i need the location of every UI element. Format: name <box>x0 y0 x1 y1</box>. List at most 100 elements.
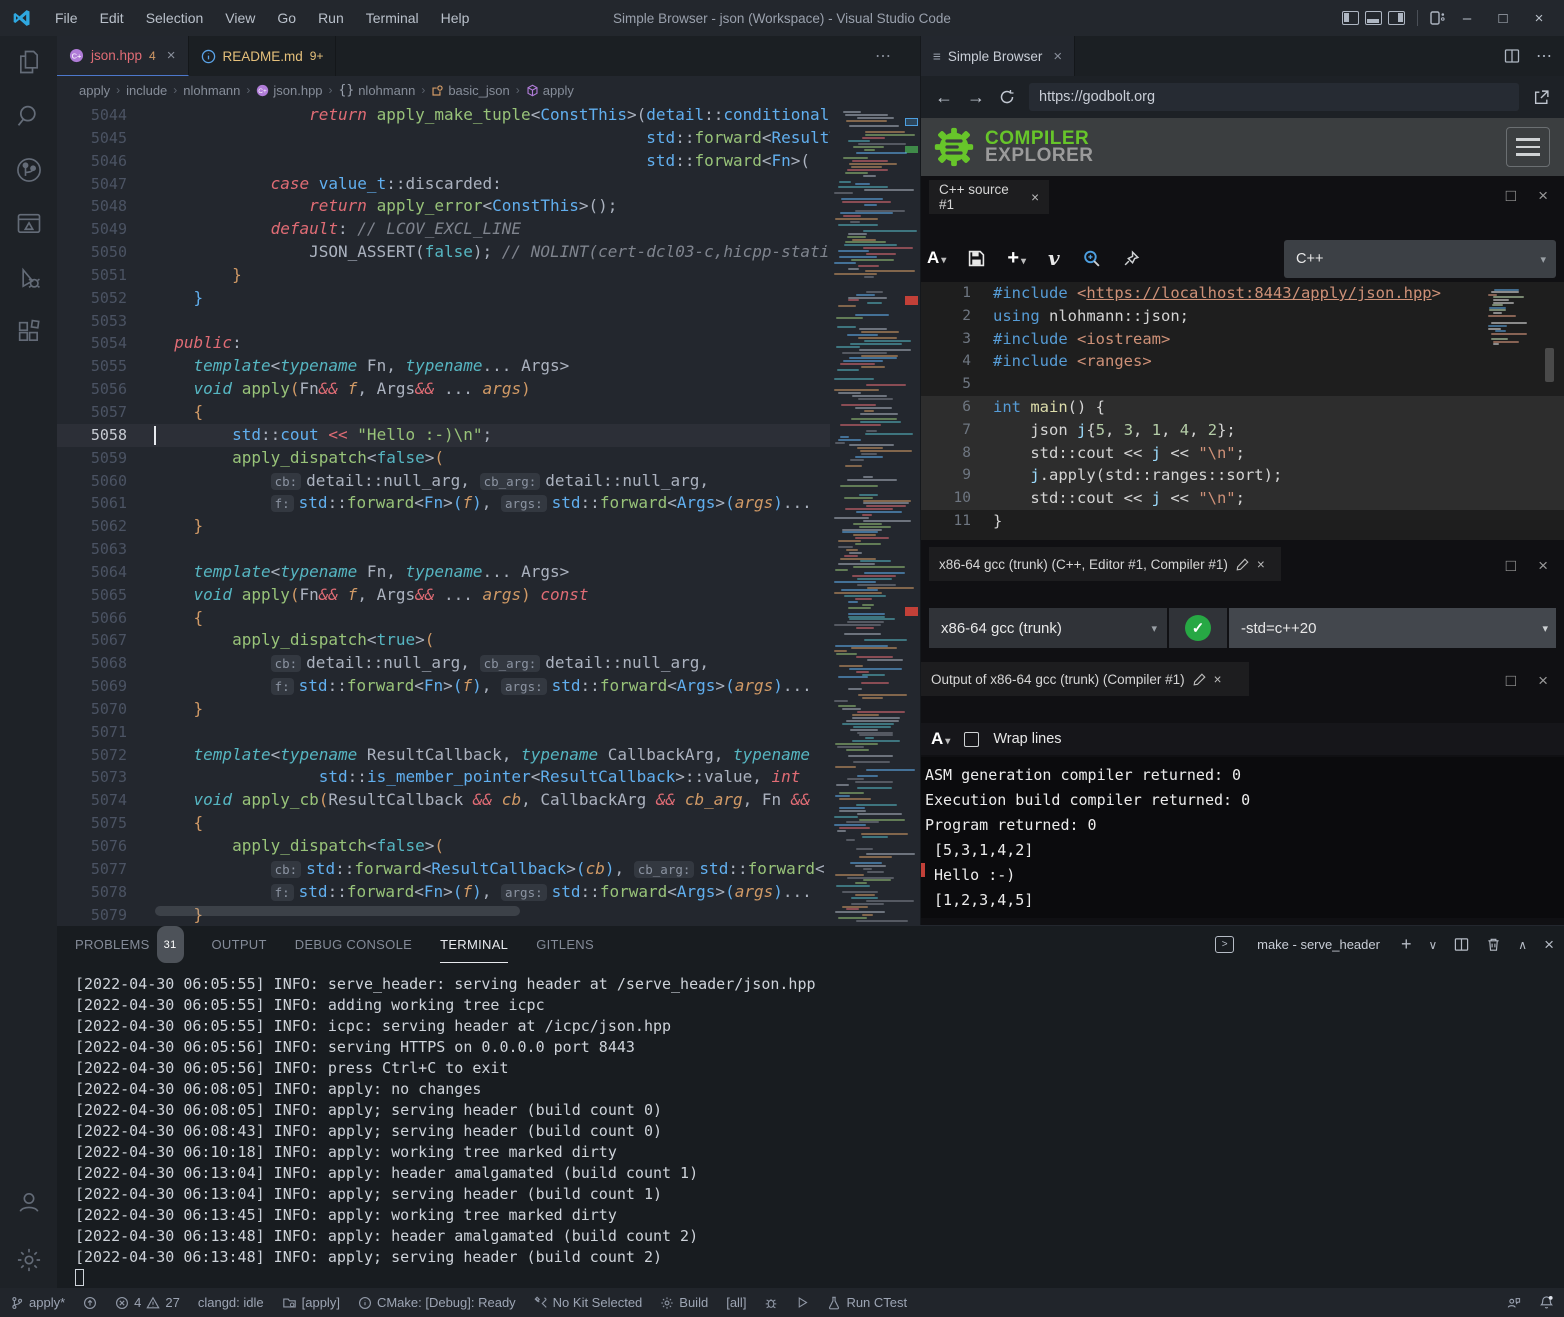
code-line[interactable]: 5067 apply_dispatch<true>( <box>57 629 920 652</box>
code-line[interactable]: 5051 } <box>57 264 920 287</box>
tab-gitlens[interactable]: GITLENS <box>536 926 594 963</box>
compiler-options-input[interactable]: -std=c++20 ▾ <box>1229 608 1556 648</box>
vim-mode-icon[interactable]: v <box>1048 246 1060 270</box>
toggle-secondary-sidebar-icon[interactable] <box>1388 11 1405 25</box>
source-pane-tab[interactable]: C++ source #1 × <box>929 180 1049 214</box>
split-terminal-icon[interactable] <box>1454 937 1469 952</box>
hamburger-menu-icon[interactable] <box>1506 127 1550 167</box>
cmake-status[interactable]: CMake: [Debug]: Ready <box>358 1295 516 1310</box>
reload-icon[interactable] <box>999 89 1015 105</box>
code-line[interactable]: 5072 template<typename ResultCallback, t… <box>57 744 920 767</box>
tab-problems[interactable]: PROBLEMS31 <box>75 926 184 963</box>
branch-indicator[interactable]: apply* <box>10 1295 65 1310</box>
code-editor[interactable]: 5044 return apply_make_tuple<ConstThis>(… <box>57 104 920 925</box>
tab-terminal[interactable]: TERMINAL <box>440 926 508 963</box>
breadcrumb-item[interactable]: nlohmann <box>183 83 240 98</box>
debug-button[interactable] <box>764 1296 778 1310</box>
compiler-pane-tab[interactable]: x86-64 gcc (trunk) (C++, Editor #1, Comp… <box>929 547 1281 581</box>
source-scrollbar[interactable] <box>1545 348 1554 382</box>
customize-layout-icon[interactable] <box>1430 10 1446 26</box>
code-line[interactable]: 5047 case value_t::discarded: <box>57 173 920 196</box>
maximize-button[interactable]: □ <box>1488 10 1518 27</box>
code-line[interactable]: 5044 return apply_make_tuple<ConstThis>(… <box>57 104 920 127</box>
close-tab-icon[interactable]: × <box>167 47 176 64</box>
breadcrumb-item[interactable]: C+json.hpp <box>256 83 322 98</box>
code-line[interactable]: 5063 <box>57 538 920 561</box>
feedback-icon[interactable] <box>1506 1296 1521 1310</box>
source-line[interactable]: 8 std::cout << j << "\n"; <box>921 442 1564 465</box>
open-external-icon[interactable] <box>1533 89 1550 106</box>
back-icon[interactable]: ← <box>935 87 953 108</box>
code-line[interactable]: 5078 f:std::forward<Fn>(f), args:std::fo… <box>57 881 920 904</box>
tab-debug-console[interactable]: DEBUG CONSOLE <box>295 926 412 963</box>
language-select[interactable]: C++ ▾ <box>1284 240 1556 278</box>
code-line[interactable]: 5060 cb:detail::null_arg, cb_arg:detail:… <box>57 470 920 493</box>
code-line[interactable]: 5054 public: <box>57 332 920 355</box>
code-line[interactable]: 5077 cb:std::forward<ResultCallback>(cb)… <box>57 858 920 881</box>
maximize-panel-icon[interactable]: ∧ <box>1518 938 1527 952</box>
close-pane-icon[interactable]: × <box>1538 186 1548 206</box>
terminal-task-label[interactable]: make - serve_header <box>1257 937 1380 952</box>
code-line[interactable]: 5053 <box>57 310 920 333</box>
font-size-button[interactable]: A▾ <box>927 248 946 268</box>
close-pane-icon[interactable]: × <box>1538 556 1548 576</box>
build-target[interactable]: [all] <box>726 1295 746 1310</box>
forward-icon[interactable]: → <box>967 87 985 108</box>
close-tab-icon[interactable]: × <box>1053 48 1062 65</box>
source-line[interactable]: 4#include <ranges> <box>921 350 1564 373</box>
tab-readme-md[interactable]: README.md 9+ <box>189 36 337 76</box>
compiler-explorer-wordmark[interactable]: COMPILER EXPLORER <box>985 130 1094 164</box>
code-line[interactable]: 5048 return apply_error<ConstThis>(); <box>57 195 920 218</box>
publish-button[interactable] <box>83 1296 97 1310</box>
maximize-pane-icon[interactable]: □ <box>1506 556 1516 576</box>
source-line[interactable]: 6int main() { <box>921 396 1564 419</box>
pin-icon[interactable] <box>1123 250 1140 267</box>
output-pane-tab[interactable]: Output of x86-64 gcc (trunk) (Compiler #… <box>921 662 1249 696</box>
extensions-icon[interactable] <box>15 318 43 346</box>
source-line[interactable]: 3#include <iostream> <box>921 328 1564 351</box>
close-pane-icon[interactable]: × <box>1257 557 1265 572</box>
close-pane-icon[interactable]: × <box>1031 190 1039 205</box>
source-line[interactable]: 11} <box>921 510 1564 533</box>
add-pane-button[interactable]: +▾ <box>1007 247 1026 270</box>
close-window-button[interactable]: × <box>1524 10 1554 27</box>
menu-terminal[interactable]: Terminal <box>357 6 428 30</box>
code-line[interactable]: 5059 apply_dispatch<false>( <box>57 447 920 470</box>
kill-terminal-icon[interactable] <box>1486 937 1501 952</box>
code-line[interactable]: 5056 void apply(Fn&& f, Args&& ... args) <box>57 378 920 401</box>
toggle-panel-icon[interactable] <box>1365 11 1382 25</box>
code-line[interactable]: 5052 } <box>57 287 920 310</box>
source-line[interactable]: 7 json j{5, 3, 1, 4, 2}; <box>921 419 1564 442</box>
minimize-button[interactable]: – <box>1452 10 1482 27</box>
rename-pane-icon[interactable] <box>1236 558 1249 571</box>
menu-run[interactable]: Run <box>309 6 353 30</box>
code-line[interactable]: 5055 template<typename Fn, typename... A… <box>57 355 920 378</box>
save-icon[interactable] <box>968 250 985 267</box>
code-line[interactable]: 5062 } <box>57 515 920 538</box>
source-line[interactable]: 10 std::cout << j << "\n"; <box>921 487 1564 510</box>
tab-output[interactable]: OUTPUT <box>212 926 267 963</box>
source-line[interactable]: 1#include <https://localhost:8443/apply/… <box>921 282 1564 305</box>
breadcrumb-item[interactable]: include <box>126 83 167 98</box>
code-line[interactable]: 5076 apply_dispatch<false>( <box>57 835 920 858</box>
code-line[interactable]: 5058 std::cout << "Hello :-)\n"; <box>57 424 920 447</box>
menu-go[interactable]: Go <box>268 6 305 30</box>
terminal-output[interactable]: [2022-04-30 06:05:55] INFO: serve_header… <box>75 974 1558 1284</box>
code-line[interactable]: 5061 f:std::forward<Fn>(f), args:std::fo… <box>57 492 920 515</box>
breadcrumb-item[interactable]: apply <box>526 83 574 98</box>
tab-simple-browser[interactable]: ≡ Simple Browser × <box>921 36 1075 76</box>
account-icon[interactable] <box>15 1188 43 1216</box>
browser-actions-kebab-icon[interactable]: ⋯ <box>1536 46 1552 66</box>
source-code-editor[interactable]: 1#include <https://localhost:8443/apply/… <box>921 282 1564 540</box>
code-line[interactable]: 5073 std::is_member_pointer<ResultCallba… <box>57 766 920 789</box>
ctest-button[interactable]: Run CTest <box>827 1295 907 1310</box>
problems-indicator[interactable]: 4 27 <box>115 1295 180 1310</box>
code-line[interactable]: 5046 std::forward<Fn>( <box>57 150 920 173</box>
explorer-icon[interactable] <box>15 48 43 76</box>
code-line[interactable]: 5070 } <box>57 698 920 721</box>
cmake-folder[interactable]: [apply] <box>282 1295 340 1310</box>
menu-help[interactable]: Help <box>432 6 479 30</box>
code-line[interactable]: 5064 template<typename Fn, typename... A… <box>57 561 920 584</box>
code-line[interactable]: 5057 { <box>57 401 920 424</box>
source-control-icon[interactable] <box>15 156 43 184</box>
